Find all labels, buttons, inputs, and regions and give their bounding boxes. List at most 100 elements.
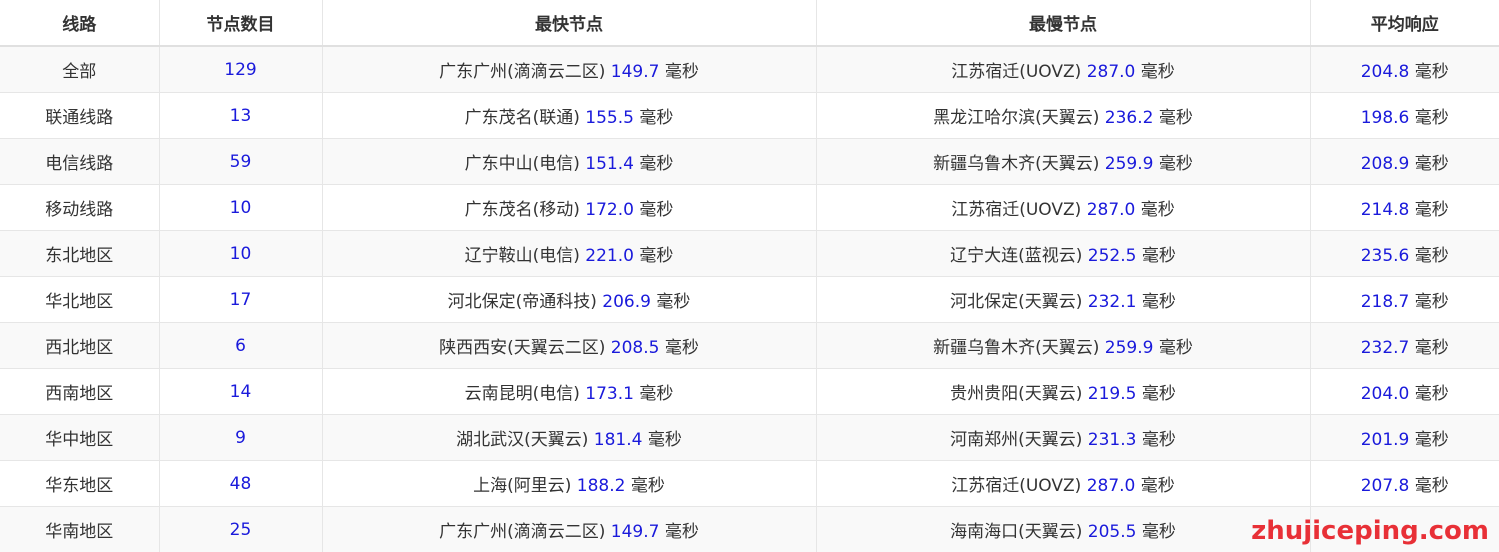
- fastest-node-cell: 广东茂名(移动) 172.0 毫秒: [322, 184, 817, 231]
- slowest-node-ms: 219.5: [1087, 384, 1137, 404]
- header-fastest[interactable]: 最快节点: [322, 0, 817, 47]
- ms-unit: 毫秒: [1414, 62, 1449, 82]
- ms-unit: 毫秒: [1414, 338, 1449, 358]
- slowest-node-name: 河南郑州(天翼云): [950, 430, 1083, 450]
- ms-unit: 毫秒: [1414, 200, 1449, 220]
- fastest-node-cell: 湖北武汉(天翼云) 181.4 毫秒: [322, 414, 817, 461]
- slowest-node-ms: 287.0: [1086, 62, 1136, 82]
- fastest-node-ms: 206.9: [602, 292, 651, 312]
- line-cell: 移动线路: [0, 184, 160, 231]
- fastest-node-ms: 173.1: [585, 384, 634, 404]
- ms-unit: 毫秒: [639, 108, 674, 128]
- header-count[interactable]: 节点数目: [159, 0, 323, 47]
- average-ms: 214.8: [1360, 200, 1410, 220]
- fastest-node-ms: 181.4: [593, 430, 643, 450]
- average-cell: 201.9 毫秒: [1310, 414, 1499, 461]
- fastest-node-cell: 上海(阿里云) 188.2 毫秒: [322, 460, 817, 507]
- count-cell: 9: [159, 414, 323, 461]
- ms-unit: 毫秒: [1414, 384, 1449, 404]
- line-cell: 华南地区: [0, 506, 160, 552]
- table-row: 联通线路 13 广东茂名(联通) 155.5 毫秒 黑龙江哈尔滨(天翼云) 236.2…: [0, 92, 1499, 139]
- count-cell: 59: [159, 138, 323, 185]
- fastest-node-ms: 149.7: [610, 62, 660, 82]
- fastest-node-name: 广东中山(电信): [464, 154, 580, 174]
- slowest-node-ms: 259.9: [1104, 338, 1154, 358]
- fastest-node-name: 广东广州(滴滴云二区): [439, 62, 606, 82]
- node-count: 6: [235, 335, 246, 356]
- node-count: 13: [229, 105, 252, 126]
- slowest-node-cell: 海南海口(天翼云) 205.5 毫秒: [816, 506, 1311, 552]
- fastest-node-name: 陕西西安(天翼云二区): [439, 338, 606, 358]
- ms-unit: 毫秒: [1140, 62, 1175, 82]
- node-count: 17: [229, 289, 252, 310]
- slowest-node-ms: 232.1: [1087, 292, 1137, 312]
- slowest-node-ms: 236.2: [1104, 108, 1154, 128]
- slowest-node-ms: 205.5: [1087, 522, 1137, 542]
- fastest-node-cell: 广东中山(电信) 151.4 毫秒: [322, 138, 817, 185]
- slowest-node-cell: 新疆乌鲁木齐(天翼云) 259.9 毫秒: [816, 322, 1311, 369]
- table-row: 电信线路 59 广东中山(电信) 151.4 毫秒 新疆乌鲁木齐(天翼云) 259.9…: [0, 138, 1499, 185]
- slowest-node-ms: 287.0: [1086, 476, 1136, 496]
- line-cell: 全部: [0, 46, 160, 93]
- fastest-node-ms: 155.5: [585, 108, 634, 128]
- count-cell: 17: [159, 276, 323, 323]
- average-ms: 198.6: [1360, 108, 1410, 128]
- slowest-node-name: 黑龙江哈尔滨(天翼云): [933, 108, 1100, 128]
- average-ms: 208.9: [1360, 154, 1410, 174]
- fastest-node-name: 广东广州(滴滴云二区): [439, 522, 606, 542]
- fastest-node-cell: 广东广州(滴滴云二区) 149.7 毫秒: [322, 46, 817, 93]
- table-row: 移动线路 10 广东茂名(移动) 172.0 毫秒 江苏宿迁(UOVZ) 287.0 …: [0, 184, 1499, 231]
- fastest-node-ms: 172.0: [585, 200, 634, 220]
- ms-unit: 毫秒: [1158, 338, 1193, 358]
- average-cell: 218.7 毫秒: [1310, 276, 1499, 323]
- header-line[interactable]: 线路: [0, 0, 160, 47]
- ms-unit: 毫秒: [656, 292, 691, 312]
- average-ms: 204.0: [1360, 384, 1410, 404]
- count-cell: 6: [159, 322, 323, 369]
- ms-unit: 毫秒: [1414, 292, 1449, 312]
- slowest-node-name: 河北保定(天翼云): [950, 292, 1083, 312]
- fastest-node-name: 广东茂名(联通): [464, 108, 580, 128]
- ms-unit: 毫秒: [1140, 476, 1175, 496]
- header-slowest[interactable]: 最慢节点: [816, 0, 1311, 47]
- ms-unit: 毫秒: [639, 154, 674, 174]
- table-row: 西南地区 14 云南昆明(电信) 173.1 毫秒 贵州贵阳(天翼云) 219.5 毫…: [0, 368, 1499, 415]
- ms-unit: 毫秒: [1140, 200, 1175, 220]
- ms-unit: 毫秒: [664, 522, 699, 542]
- ms-unit: 毫秒: [664, 338, 699, 358]
- average-cell: 235.6 毫秒: [1310, 230, 1499, 277]
- node-count: 10: [229, 243, 252, 264]
- slowest-node-ms: 231.3: [1087, 430, 1137, 450]
- average-ms: 232.7: [1360, 338, 1410, 358]
- average-ms: 218.7: [1360, 292, 1410, 312]
- fastest-node-cell: 辽宁鞍山(电信) 221.0 毫秒: [322, 230, 817, 277]
- slowest-node-cell: 辽宁大连(蓝视云) 252.5 毫秒: [816, 230, 1311, 277]
- fastest-node-cell: 河北保定(帝通科技) 206.9 毫秒: [322, 276, 817, 323]
- ms-unit: 毫秒: [647, 430, 682, 450]
- table-row: 华东地区 48 上海(阿里云) 188.2 毫秒 江苏宿迁(UOVZ) 287.0 毫…: [0, 460, 1499, 507]
- ms-unit: 毫秒: [1141, 246, 1176, 266]
- fastest-node-cell: 广东茂名(联通) 155.5 毫秒: [322, 92, 817, 139]
- header-average[interactable]: 平均响应: [1310, 0, 1499, 47]
- slowest-node-cell: 贵州贵阳(天翼云) 219.5 毫秒: [816, 368, 1311, 415]
- average-cell: 208.9 毫秒: [1310, 138, 1499, 185]
- fastest-node-cell: 云南昆明(电信) 173.1 毫秒: [322, 368, 817, 415]
- header-row: 线路 节点数目 最快节点 最慢节点 平均响应: [0, 0, 1499, 47]
- count-cell: 10: [159, 230, 323, 277]
- ms-unit: 毫秒: [1141, 522, 1176, 542]
- table-row: 华南地区 25 广东广州(滴滴云二区) 149.7 毫秒 海南海口(天翼云) 205.…: [0, 506, 1499, 552]
- node-count: 25: [229, 519, 252, 540]
- average-cell: 207.8 毫秒: [1310, 460, 1499, 507]
- slowest-node-cell: 江苏宿迁(UOVZ) 287.0 毫秒: [816, 460, 1311, 507]
- ms-unit: 毫秒: [1414, 108, 1449, 128]
- average-cell: [1310, 506, 1499, 552]
- node-count: 129: [224, 59, 257, 80]
- node-count: 9: [235, 427, 246, 448]
- ms-unit: 毫秒: [1414, 430, 1449, 450]
- average-ms: 207.8: [1360, 476, 1410, 496]
- fastest-node-ms: 149.7: [610, 522, 660, 542]
- fastest-node-name: 上海(阿里云): [473, 476, 572, 496]
- ms-unit: 毫秒: [1141, 292, 1176, 312]
- average-ms: 235.6: [1360, 246, 1410, 266]
- slowest-node-name: 江苏宿迁(UOVZ): [951, 476, 1082, 496]
